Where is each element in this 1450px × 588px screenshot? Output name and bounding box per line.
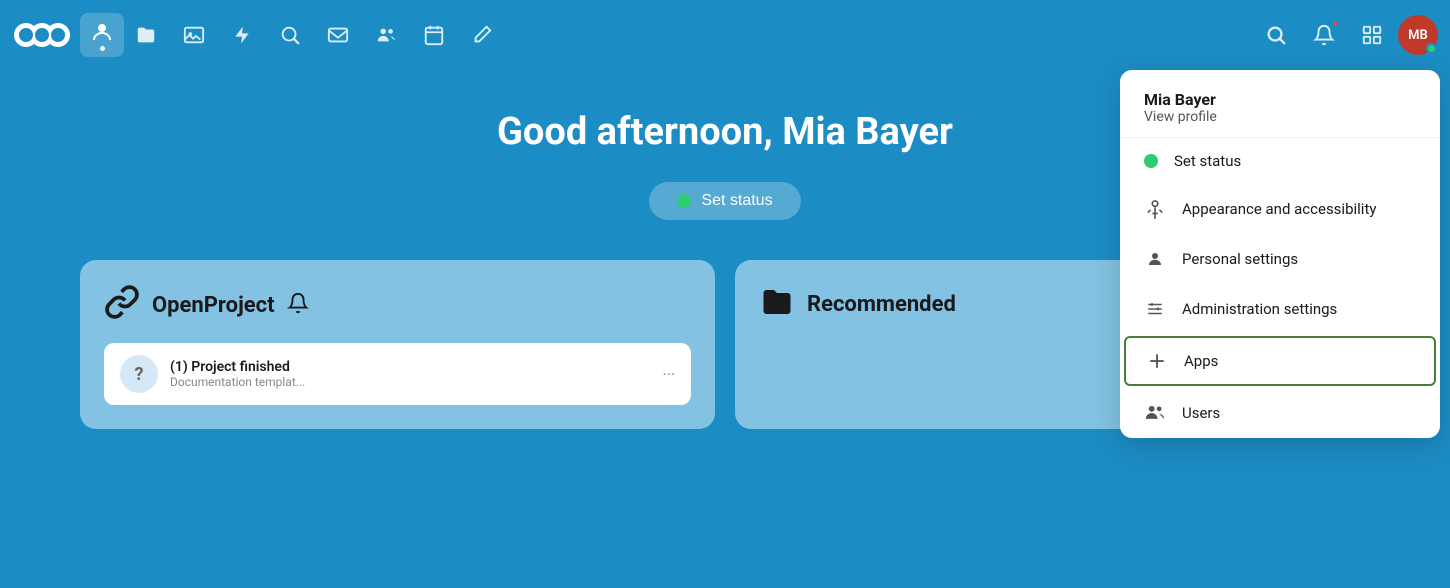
contacts-menu-button[interactable] [1350, 13, 1394, 57]
notes-nav-icon[interactable] [460, 13, 504, 57]
set-status-menu-label: Set status [1174, 152, 1241, 170]
greeting-heading: Good afternoon, Mia Bayer [497, 110, 953, 154]
set-status-menu-item[interactable]: Set status [1120, 138, 1440, 184]
project-item-avatar: ? [120, 355, 158, 393]
apps-menu-label: Apps [1184, 352, 1218, 370]
set-status-icon [1144, 154, 1158, 168]
openproject-title: OpenProject [152, 293, 275, 318]
personal-settings-menu-label: Personal settings [1182, 250, 1298, 268]
user-dropdown-menu: Mia Bayer View profile Set status Appear… [1120, 70, 1440, 438]
nextcloud-logo[interactable] [12, 13, 72, 57]
activity-nav-icon[interactable] [220, 13, 264, 57]
appearance-menu-item[interactable]: Appearance and accessibility [1120, 184, 1440, 234]
contacts-nav-icon[interactable] [364, 13, 408, 57]
status-indicator [677, 194, 691, 208]
project-item-name: (1) Project finished [170, 359, 650, 375]
users-icon [1144, 402, 1166, 424]
users-menu-label: Users [1182, 404, 1220, 422]
personal-settings-icon [1144, 248, 1166, 270]
calendar-nav-icon[interactable] [412, 13, 456, 57]
photos-nav-icon[interactable] [172, 13, 216, 57]
project-item-more[interactable]: ··· [662, 365, 675, 384]
dropdown-header: Mia Bayer View profile [1120, 70, 1440, 138]
apps-icon [1146, 350, 1168, 372]
personal-settings-menu-item[interactable]: Personal settings [1120, 234, 1440, 284]
topbar-right: MB [1254, 13, 1438, 57]
recommended-title: Recommended [807, 292, 956, 317]
admin-settings-menu-label: Administration settings [1182, 300, 1337, 318]
online-status-dot [1426, 43, 1437, 54]
view-profile-link[interactable]: View profile [1144, 109, 1416, 125]
dropdown-username: Mia Bayer [1144, 90, 1416, 109]
talk-nav-icon[interactable] [268, 13, 312, 57]
project-item-sub: Documentation templat... [170, 375, 650, 389]
mail-nav-icon[interactable] [316, 13, 360, 57]
topbar-nav [124, 13, 1254, 57]
project-item[interactable]: ? (1) Project finished Documentation tem… [104, 343, 691, 405]
apps-menu-item[interactable]: Apps [1124, 336, 1436, 386]
admin-settings-menu-item[interactable]: Administration settings [1120, 284, 1440, 334]
openproject-card: OpenProject ? (1) Project finished Docum… [80, 260, 715, 429]
openproject-card-header: OpenProject [104, 284, 691, 327]
admin-settings-icon [1144, 298, 1166, 320]
appearance-icon [1144, 198, 1166, 220]
topbar: MB [0, 0, 1450, 70]
set-status-button[interactable]: Set status [649, 182, 800, 220]
search-button[interactable] [1254, 13, 1298, 57]
appearance-menu-label: Appearance and accessibility [1182, 200, 1376, 218]
avatar-initials: MB [1408, 28, 1428, 43]
users-menu-item[interactable]: Users [1120, 388, 1440, 438]
openproject-icon [104, 284, 140, 327]
user-avatar[interactable]: MB [1398, 15, 1438, 55]
files-nav-icon[interactable] [124, 13, 168, 57]
openproject-notification-icon[interactable] [287, 292, 309, 320]
dashboard-nav-icon[interactable] [80, 13, 124, 57]
notifications-button[interactable] [1302, 13, 1346, 57]
project-item-text: (1) Project finished Documentation templ… [170, 359, 650, 389]
set-status-label: Set status [701, 192, 772, 210]
recommended-icon [759, 284, 795, 324]
